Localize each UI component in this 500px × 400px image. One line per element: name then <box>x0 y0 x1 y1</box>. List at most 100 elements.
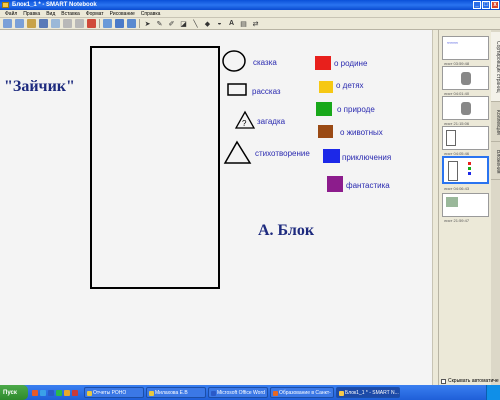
thumbnail-question-image <box>461 102 471 115</box>
rectangle-shape[interactable] <box>226 82 250 98</box>
taskbar-item-label: Отчеты РОНО <box>93 390 127 396</box>
undo-icon[interactable] <box>63 19 72 28</box>
pen-icon[interactable]: ✎ <box>155 19 164 28</box>
minimize-button[interactable]: _ <box>473 1 481 9</box>
toolbar: ➤ ✎ ✐ ◪ ╲ ◆ ◒ A ▤ ⇄ <box>0 18 500 30</box>
quick-launch <box>28 389 82 396</box>
page-thumbnail[interactable] <box>442 193 489 217</box>
menu-format[interactable]: Формат <box>83 10 107 17</box>
swatch-nature[interactable] <box>316 102 332 116</box>
shape-label-fairytale: сказка <box>253 58 277 67</box>
shape-label-poem: стихотворение <box>255 149 310 158</box>
tab-gallery[interactable]: Коллекция <box>491 104 500 142</box>
move-toolbar-icon[interactable]: ⇄ <box>251 19 260 28</box>
whiteboard-canvas[interactable]: "Зайчик" сказка рассказ ? загадка стихот… <box>0 30 432 385</box>
author-name[interactable]: А. Блок <box>258 222 314 240</box>
page-thumbnail-active[interactable] <box>442 156 489 184</box>
open-folder-icon[interactable] <box>27 19 36 28</box>
system-tray[interactable] <box>486 385 500 400</box>
tab-page-sorter[interactable]: Сортировщик страниц <box>491 32 500 102</box>
thumbnail-swatch <box>468 167 471 170</box>
screen-shade-icon[interactable] <box>103 19 112 28</box>
taskbar: Пуск Отчеты РОНО Милахова Е.В Microsoft … <box>0 385 500 400</box>
thumbnail-question-image <box>461 72 471 85</box>
swatch-homeland[interactable] <box>315 56 331 70</box>
delete-icon[interactable] <box>87 19 96 28</box>
taskbar-item-active[interactable]: Блок1_1 * - SMART N... <box>336 387 400 398</box>
paste-icon[interactable] <box>51 19 60 28</box>
legend-label-children: о детях <box>336 81 364 90</box>
text-icon[interactable]: A <box>227 19 236 28</box>
excel-icon[interactable] <box>56 389 62 396</box>
sidebar-tabs: Сортировщик страниц Коллекция Вложения <box>491 30 500 385</box>
browser-icon <box>273 391 278 396</box>
swatch-fantasy[interactable] <box>327 176 343 192</box>
redo-icon[interactable] <box>75 19 84 28</box>
app-icon[interactable] <box>72 389 78 396</box>
window-title: Блок1_1 * - SMART Notebook <box>12 2 97 8</box>
select-arrow-icon[interactable]: ➤ <box>143 19 152 28</box>
capture-icon[interactable] <box>127 19 136 28</box>
fullscreen-icon[interactable] <box>115 19 124 28</box>
fill-icon[interactable]: ◒ <box>215 19 224 28</box>
thumbnail-rect-image <box>446 130 456 146</box>
close-button[interactable]: x <box>491 1 499 9</box>
legend-label-animals: о животных <box>340 128 383 137</box>
shapes-icon[interactable]: ◆ <box>203 19 212 28</box>
legend-label-nature: о природе <box>337 105 375 114</box>
thumbnail-label: лист 21:59:47 <box>444 218 470 223</box>
smart-notebook-icon <box>2 2 9 8</box>
menu-edit[interactable]: Правка <box>20 10 43 17</box>
thumbnail-label: лист 04:06:43 <box>444 186 470 191</box>
autohide-option[interactable]: Скрывать автоматиче <box>441 378 499 384</box>
circle-shape[interactable] <box>220 48 250 74</box>
start-button[interactable]: Пуск <box>0 385 28 400</box>
eraser-icon[interactable]: ◪ <box>179 19 188 28</box>
swatch-animals[interactable] <box>318 125 333 138</box>
properties-icon[interactable]: ▤ <box>239 19 248 28</box>
page-thumbnail[interactable] <box>442 66 489 90</box>
menu-insert[interactable]: Вставка <box>58 10 83 17</box>
swatch-children[interactable] <box>319 81 333 93</box>
shape-label-story: рассказ <box>252 87 281 96</box>
start-label: Пуск <box>3 389 17 396</box>
app-icon[interactable] <box>64 389 70 396</box>
maximize-button[interactable]: □ <box>482 1 490 9</box>
swatch-adventures[interactable] <box>323 149 340 163</box>
book-card-rectangle[interactable] <box>90 46 220 289</box>
forward-icon[interactable] <box>15 19 24 28</box>
toolbar-separator <box>139 19 140 28</box>
creative-pen-icon[interactable]: ✐ <box>167 19 176 28</box>
menu-view[interactable]: Вид <box>43 10 58 17</box>
riddle-triangle-shape[interactable]: ? <box>233 110 257 130</box>
taskbar-item[interactable]: Microsoft Office Word <box>208 387 268 398</box>
tab-attachments[interactable]: Вложения <box>491 144 500 180</box>
menu-help[interactable]: Справка <box>138 10 164 17</box>
taskbar-item[interactable]: Образование в Санкт- <box>270 387 334 398</box>
browser-icon[interactable] <box>32 389 38 396</box>
taskbar-item[interactable]: Милахова Е.В <box>146 387 206 398</box>
page-thumbnail[interactable]: ≈≈≈≈≈ <box>442 36 489 60</box>
legend-label-fantasy: фантастика <box>346 181 390 190</box>
back-icon[interactable] <box>3 19 12 28</box>
menu-file[interactable]: Файл <box>2 10 20 17</box>
thumbnail-swatch <box>468 172 471 175</box>
shape-label-riddle: загадка <box>257 117 286 126</box>
window-controls: _ □ x <box>473 1 499 9</box>
desktop-icon[interactable] <box>40 389 46 396</box>
autohide-checkbox[interactable] <box>441 378 446 384</box>
save-icon[interactable] <box>39 19 48 28</box>
story-title[interactable]: "Зайчик" <box>4 78 75 96</box>
page-thumbnail[interactable] <box>442 126 489 150</box>
taskbar-item-label: Милахова Е.В <box>155 390 188 396</box>
line-icon[interactable]: ╲ <box>191 19 200 28</box>
taskbar-item-label: Microsoft Office Word <box>217 390 265 396</box>
poem-triangle-shape[interactable] <box>223 140 253 166</box>
legend-label-adventures: приключения <box>342 153 392 162</box>
taskbar-item-label: Блок1_1 * - SMART N... <box>345 390 399 396</box>
word-icon[interactable] <box>48 389 54 396</box>
page-thumbnail[interactable] <box>442 96 489 120</box>
taskbar-item[interactable]: Отчеты РОНО <box>84 387 144 398</box>
smart-notebook-icon <box>339 391 344 396</box>
menu-draw[interactable]: Рисование <box>107 10 138 17</box>
